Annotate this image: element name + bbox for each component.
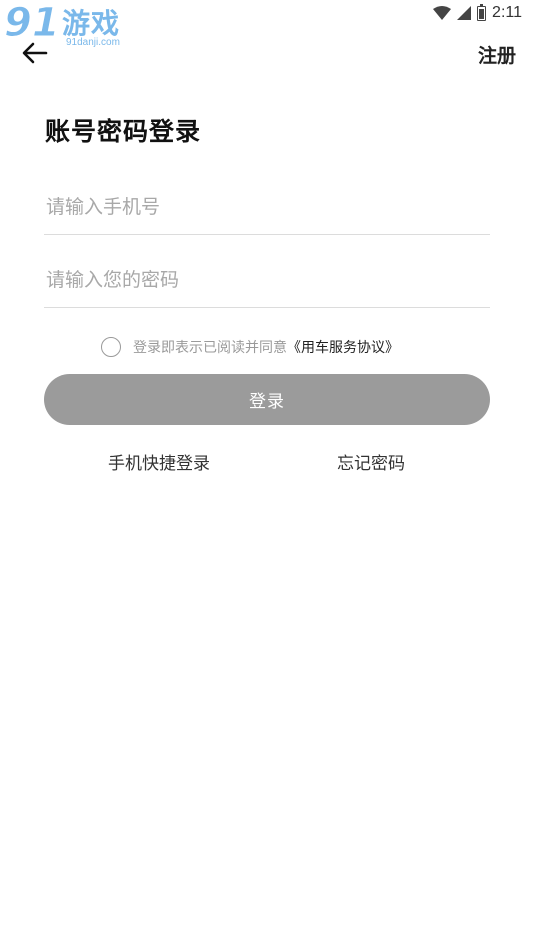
password-input[interactable] [44,253,490,307]
login-button[interactable]: 登录 [44,374,490,425]
status-icons: 2:11 [433,3,522,22]
watermark-name: 游戏 [62,7,121,40]
agreement-row: 登录即表示已阅读并同意 《用车服务协议》 [101,337,399,357]
page-title: 账号密码登录 [45,117,202,146]
agreement-checkbox[interactable] [101,337,121,357]
forgot-password-link[interactable]: 忘记密码 [337,449,405,474]
agreement-link[interactable]: 《用车服务协议》 [287,337,399,357]
signal-icon [457,6,472,20]
back-arrow-icon[interactable] [20,40,50,66]
phone-field [44,180,490,235]
quick-login-link[interactable]: 手机快捷登录 [108,449,210,474]
battery-icon [477,3,487,21]
register-link[interactable]: 注册 [478,41,516,68]
wifi-icon [433,6,452,20]
watermark-url: 91danji.com [66,37,120,48]
status-time: 2:11 [492,4,522,21]
agreement-text: 登录即表示已阅读并同意 [133,340,287,356]
phone-input[interactable] [44,180,490,234]
password-field [44,253,490,308]
